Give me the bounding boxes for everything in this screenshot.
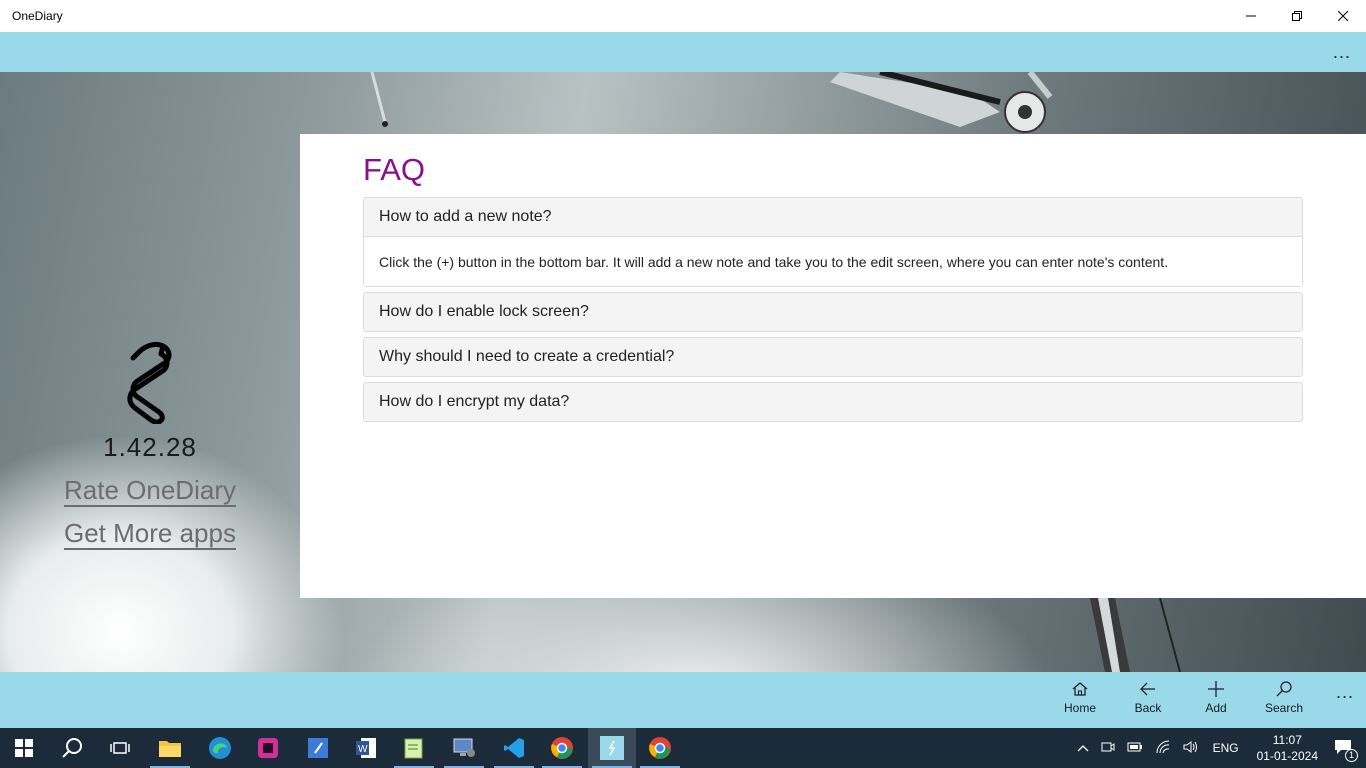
system-tray: ENG 11:07 01-01-2024 1: [1071, 728, 1366, 768]
rate-app-link[interactable]: Rate OneDiary: [64, 475, 236, 506]
robot-arm-lower-illustration: [1090, 598, 1181, 672]
home-button[interactable]: Home: [1046, 680, 1114, 724]
close-button[interactable]: [1320, 0, 1366, 32]
faq-question[interactable]: Why should I need to create a credential…: [364, 338, 1302, 376]
restore-button[interactable]: [1274, 0, 1320, 32]
clock[interactable]: 11:07 01-01-2024: [1257, 732, 1318, 764]
add-button[interactable]: Add: [1182, 680, 1250, 724]
back-label: Back: [1134, 701, 1162, 715]
battery-icon[interactable]: [1127, 741, 1143, 756]
faq-item[interactable]: Why should I need to create a credential…: [363, 337, 1303, 377]
app-info-panel: 1.42.28 Rate OneDiary Get More apps: [0, 340, 300, 549]
onediary-icon: [600, 736, 624, 760]
faq-panel: FAQ How to add a new note? Click the (+)…: [300, 134, 1366, 598]
language-indicator[interactable]: ENG: [1213, 741, 1239, 755]
meet-now-icon[interactable]: [1101, 740, 1115, 757]
edge-icon: [209, 737, 231, 759]
search-label: Search: [1264, 701, 1304, 715]
word-icon: W: [356, 738, 376, 758]
file-explorer-button[interactable]: [146, 728, 194, 768]
app-pink-icon: [258, 738, 278, 758]
wifi-icon[interactable]: [1155, 740, 1171, 757]
close-icon: [1338, 11, 1348, 21]
clock-date: 01-01-2024: [1256, 749, 1318, 763]
task-view-icon: [110, 742, 130, 754]
notification-center-button[interactable]: 1: [1334, 739, 1358, 762]
add-label: Add: [1205, 701, 1227, 715]
top-more-button[interactable]: ...: [1330, 40, 1354, 64]
taskbar-search-button[interactable]: [48, 728, 96, 768]
minimize-button[interactable]: [1228, 0, 1274, 32]
faq-question[interactable]: How to add a new note?: [364, 198, 1302, 236]
notification-badge: 1: [1345, 748, 1358, 762]
vscode-button[interactable]: [490, 728, 538, 768]
restore-icon: [1292, 11, 1302, 21]
minimize-icon: [1246, 15, 1256, 17]
windows-taskbar: W ENG 11:07 01-01-2024 1: [0, 728, 1366, 768]
app-version: 1.42.28: [103, 432, 197, 462]
faq-item[interactable]: How do I enable lock screen?: [363, 292, 1303, 332]
pink-app-button[interactable]: [244, 728, 292, 768]
faq-answer: Click the (+) button in the bottom bar. …: [364, 236, 1302, 286]
faq-list: How to add a new note? Click the (+) but…: [363, 197, 1303, 427]
edge-button[interactable]: [196, 728, 244, 768]
file-explorer-icon: [159, 741, 181, 757]
onediary-taskbar-button[interactable]: [588, 728, 636, 768]
vscode-icon: [504, 738, 524, 758]
bottom-more-button[interactable]: ...: [1336, 682, 1354, 703]
home-label: Home: [1063, 701, 1096, 715]
plus-icon: [1208, 681, 1224, 697]
get-more-apps-link[interactable]: Get More apps: [64, 518, 236, 549]
remote-desktop-button[interactable]: [440, 728, 488, 768]
word-button[interactable]: W: [342, 728, 390, 768]
volume-icon[interactable]: [1183, 740, 1199, 757]
task-view-button[interactable]: [96, 728, 144, 768]
top-command-bar: ...: [0, 32, 1366, 72]
chrome-profile-icon: [551, 737, 573, 759]
notepad-app-icon: [308, 738, 328, 758]
notepad-plus-icon: [404, 738, 423, 759]
notepad-plus-button[interactable]: [390, 728, 438, 768]
start-button[interactable]: [0, 728, 48, 768]
notepad-app-button[interactable]: [294, 728, 342, 768]
chrome-icon: [649, 737, 671, 759]
faq-item[interactable]: How do I encrypt my data?: [363, 382, 1303, 422]
home-icon: [1072, 682, 1088, 696]
faq-question[interactable]: How do I enable lock screen?: [364, 293, 1302, 331]
back-button[interactable]: Back: [1114, 680, 1182, 724]
faq-title: FAQ: [363, 152, 426, 187]
bottom-command-bar: Home Back Add Search ...: [0, 672, 1366, 728]
faq-item[interactable]: How to add a new note? Click the (+) but…: [363, 197, 1303, 287]
chrome-button[interactable]: [636, 728, 684, 768]
window-title: OneDiary: [12, 9, 63, 23]
title-bar: OneDiary: [0, 0, 1366, 32]
svg-text:W: W: [358, 744, 368, 755]
start-icon: [15, 739, 33, 757]
chrome-profile-button[interactable]: [538, 728, 586, 768]
back-arrow-icon: [1140, 682, 1155, 696]
faq-question[interactable]: How do I encrypt my data?: [364, 383, 1302, 421]
search-button[interactable]: Search: [1250, 680, 1318, 724]
search-icon: [62, 738, 82, 758]
robot-arm-illustration: [370, 72, 1053, 133]
clock-time: 11:07: [1272, 733, 1302, 747]
onediary-logo-icon: [127, 341, 172, 424]
chevron-up-icon[interactable]: [1077, 741, 1089, 755]
search-icon: [1276, 681, 1292, 697]
remote-desktop-icon: [453, 738, 475, 757]
